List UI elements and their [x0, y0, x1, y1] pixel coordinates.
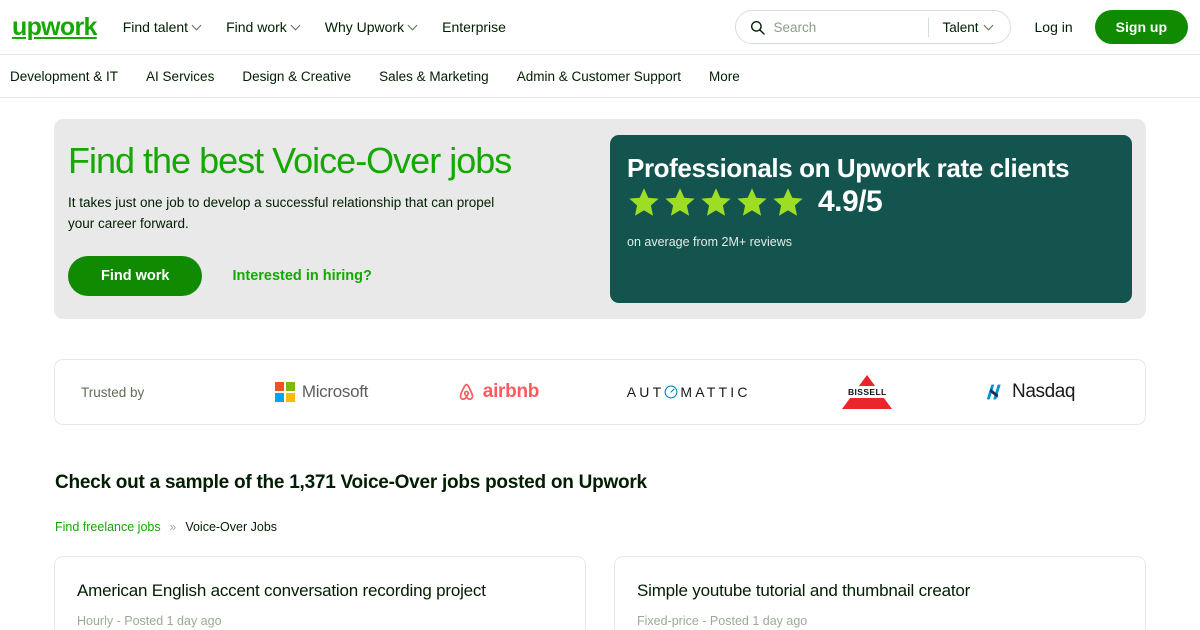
airbnb-belo-icon	[459, 383, 474, 401]
job-meta: Fixed-price - Posted 1 day ago	[637, 614, 808, 628]
automattic-wordmark-after: MATTIC	[680, 384, 751, 400]
search-bar[interactable]: Talent	[734, 10, 1011, 44]
page-title: Find the best Voice-Over jobs	[68, 140, 512, 181]
category-development-it[interactable]: Development & IT	[10, 69, 118, 84]
rating-card: Professionals on Upwork rate clients 4.9…	[610, 135, 1132, 303]
hero-banner: Find the best Voice-Over jobs It takes j…	[54, 119, 1146, 319]
signup-button[interactable]: Sign up	[1094, 10, 1188, 44]
header-actions: Talent Log in Sign up	[734, 10, 1188, 44]
breadcrumb: Find freelance jobs » Voice-Over Jobs	[54, 520, 1146, 534]
category-sales-marketing[interactable]: Sales & Marketing	[379, 69, 489, 84]
search-divider	[927, 17, 929, 37]
hero-subtitle: It takes just one job to develop a succe…	[68, 195, 495, 231]
automattic-wordmark-before: AUT	[626, 384, 665, 400]
job-title[interactable]: Simple youtube tutorial and thumbnail cr…	[637, 581, 1123, 601]
job-card[interactable]: American English accent conversation rec…	[54, 556, 586, 630]
category-design-creative[interactable]: Design & Creative	[242, 69, 351, 84]
automattic-logo: AUT MATTIC	[627, 372, 751, 412]
nav-label: Find talent	[122, 19, 189, 35]
chevron-down-icon	[290, 20, 301, 30]
category-navigation: Development & IT AI Services Design & Cr…	[0, 55, 1200, 98]
login-link[interactable]: Log in	[1035, 19, 1073, 35]
hero-text-block: Find the best Voice-Over jobs It takes j…	[54, 119, 610, 319]
category-ai-services[interactable]: AI Services	[146, 69, 214, 84]
chevron-down-icon	[191, 20, 202, 30]
category-admin-customer-support[interactable]: Admin & Customer Support	[517, 69, 681, 84]
rating-card-title: Professionals on Upwork rate clients	[627, 153, 1070, 183]
star-rating	[627, 186, 805, 219]
star-icon	[737, 187, 767, 216]
search-input[interactable]	[773, 11, 926, 43]
chevron-down-icon	[983, 20, 993, 30]
rating-row: 4.9/5	[627, 185, 1110, 219]
microsoft-logo: Microsoft	[274, 372, 369, 412]
nav-item-find-talent[interactable]: Find talent	[122, 19, 202, 35]
job-title[interactable]: American English accent conversation rec…	[77, 581, 563, 601]
automattic-circle-icon	[664, 385, 678, 399]
upwork-logo[interactable]: upwork	[10, 14, 97, 40]
nasdaq-logo: Nasdaq	[984, 372, 1075, 412]
find-work-button[interactable]: Find work	[68, 255, 203, 296]
star-icon	[665, 187, 695, 216]
job-list: American English accent conversation rec…	[54, 556, 1146, 630]
star-icon	[773, 187, 803, 216]
breadcrumb-link-find-freelance-jobs[interactable]: Find freelance jobs	[55, 520, 161, 534]
bissell-wordmark: BISSELL	[844, 386, 890, 398]
star-icon	[629, 187, 659, 216]
trusted-by-label: Trusted by	[81, 384, 145, 400]
breadcrumb-separator: »	[169, 520, 177, 534]
microsoft-wordmark: Microsoft	[301, 382, 369, 401]
site-header: upwork Find talent Find work Why Upwork …	[0, 0, 1200, 55]
trusted-by-logos: Microsoft airbnb AUT MATTIC BISSELL Nasd…	[231, 372, 1119, 412]
interested-in-hiring-link[interactable]: Interested in hiring?	[232, 268, 371, 284]
trusted-by-bar: Trusted by Microsoft airbnb AUT MATTIC B…	[54, 359, 1146, 425]
job-meta: Hourly - Posted 1 day ago	[77, 614, 222, 628]
nasdaq-wordmark: Nasdaq	[1012, 381, 1076, 402]
chevron-down-icon	[407, 20, 418, 30]
nasdaq-mark-icon	[986, 384, 1001, 400]
search-scope-label: Talent	[942, 19, 979, 35]
job-card[interactable]: Simple youtube tutorial and thumbnail cr…	[614, 556, 1146, 630]
category-more[interactable]: More	[709, 69, 740, 84]
nav-label: Find work	[226, 19, 287, 35]
nav-item-find-work[interactable]: Find work	[226, 19, 301, 35]
rating-score: 4.9/5	[818, 185, 883, 219]
rating-note: on average from 2M+ reviews	[627, 235, 793, 250]
nav-label: Why Upwork	[324, 19, 405, 35]
nav-item-enterprise[interactable]: Enterprise	[442, 19, 506, 35]
search-scope-dropdown[interactable]: Talent	[930, 20, 1005, 35]
star-icon	[701, 187, 731, 216]
section-heading: Check out a sample of the 1,371 Voice-Ov…	[55, 472, 647, 493]
airbnb-wordmark: airbnb	[482, 381, 540, 402]
nav-item-why-upwork[interactable]: Why Upwork	[324, 19, 418, 35]
hero-actions: Find work Interested in hiring?	[68, 255, 610, 296]
airbnb-logo: airbnb	[456, 372, 539, 412]
main-navigation: Find talent Find work Why Upwork Enterpr…	[123, 19, 506, 35]
breadcrumb-current: Voice-Over Jobs	[185, 520, 278, 534]
bissell-logo: BISSELL	[838, 372, 896, 412]
search-icon	[750, 20, 765, 35]
page-content: Find the best Voice-Over jobs It takes j…	[0, 119, 1200, 630]
microsoft-squares-icon	[274, 382, 295, 402]
